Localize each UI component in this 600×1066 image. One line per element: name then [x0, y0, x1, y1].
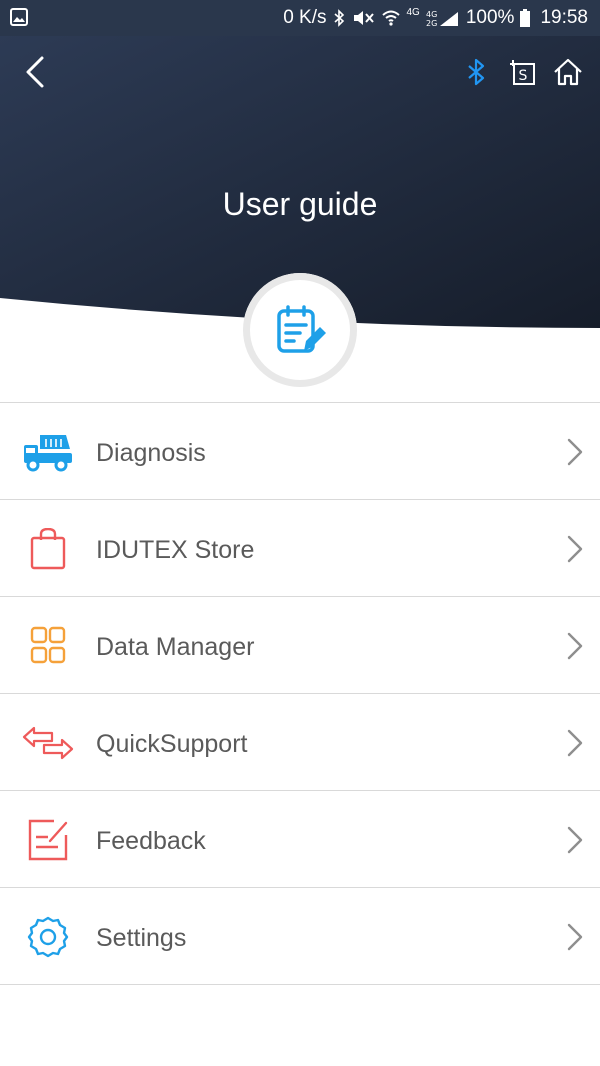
status-icons: 0 K/s 4G 4G 2G 100% 19:58 [283, 0, 588, 36]
grid-icon [30, 626, 66, 664]
screenshot-icon[interactable]: S [506, 56, 538, 88]
shopping-bag-icon [30, 528, 66, 570]
clock: 19:58 [540, 7, 588, 28]
menu-item-feedback[interactable]: Feedback [0, 791, 600, 888]
chevron-right-icon [567, 923, 583, 951]
page-title: User guide [222, 186, 378, 222]
menu-item-label: Feedback [96, 827, 206, 855]
menu-item-label: Data Manager [96, 633, 255, 661]
bluetooth-icon[interactable] [460, 56, 492, 88]
mute-icon [353, 11, 374, 25]
net-speed: 0 K/s [283, 7, 327, 28]
chevron-right-icon [567, 438, 583, 466]
menu-item-label: Settings [96, 924, 187, 952]
wifi-icon [381, 10, 400, 26]
svg-text:2G: 2G [426, 19, 437, 27]
menu-item-label: Diagnosis [96, 439, 206, 467]
menu-item-label: QuickSupport [96, 730, 248, 758]
gallery-notification-icon [10, 8, 28, 26]
back-button[interactable] [18, 54, 54, 90]
home-icon[interactable] [552, 56, 584, 88]
chevron-right-icon [567, 826, 583, 854]
battery-icon [520, 9, 531, 27]
signal-strength-icon: 4G 2G [426, 10, 458, 27]
signal-4g-label: 4G [406, 6, 420, 18]
menu-item-diagnosis[interactable]: Diagnosis [0, 403, 600, 500]
chevron-right-icon [567, 632, 583, 660]
menu-item-idutex-store[interactable]: IDUTEX Store [0, 500, 600, 597]
chevron-right-icon [567, 535, 583, 563]
chevron-right-icon [567, 729, 583, 757]
menu-item-settings[interactable]: Settings [0, 888, 600, 985]
edit-note-icon [28, 819, 68, 861]
svg-text:4G: 4G [426, 10, 437, 19]
menu-item-label: IDUTEX Store [96, 536, 255, 564]
menu-item-quicksupport[interactable]: QuickSupport [0, 694, 600, 791]
user-guide-badge [243, 273, 357, 387]
truck-icon [24, 435, 72, 472]
battery-percent: 100% [465, 7, 515, 28]
status-bar: 0 K/s 4G 4G 2G 100% 19:58 [0, 0, 600, 36]
gear-icon [27, 916, 69, 958]
header-actions: S [460, 56, 584, 88]
menu-list: Diagnosis IDUTEX Store Data Manager Quic… [0, 402, 600, 985]
user-guide-icon [277, 305, 326, 353]
bluetooth-status-icon [333, 9, 344, 27]
menu-item-data-manager[interactable]: Data Manager [0, 597, 600, 694]
screen: 0 K/s 4G 4G 2G 100% 19:58 S User guide D… [0, 0, 600, 1066]
swap-arrows-icon [22, 726, 74, 760]
svg-text:S: S [519, 68, 528, 84]
